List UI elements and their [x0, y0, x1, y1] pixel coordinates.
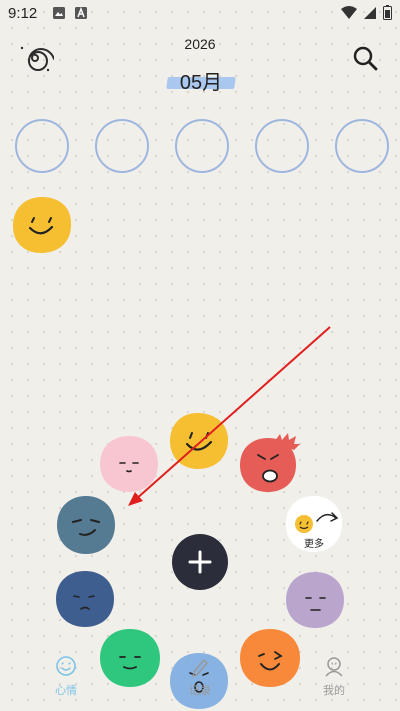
mood-angry-face[interactable]: [238, 432, 302, 494]
gallery-icon: [52, 6, 66, 25]
nav-item-record[interactable]: 记录: [170, 655, 230, 698]
day-circle-2[interactable]: [95, 119, 149, 173]
nav-label-mood: 心情: [55, 685, 77, 697]
mood-cool-face[interactable]: [55, 494, 117, 556]
nav-item-me[interactable]: 我的: [304, 655, 364, 698]
battery-icon: [383, 5, 392, 25]
mood-wink-face[interactable]: [238, 627, 302, 689]
nav-label-me: 我的: [323, 685, 345, 697]
pencil-icon: [192, 659, 208, 677]
recorded-mood-happy[interactable]: [11, 195, 73, 255]
day-circle-1[interactable]: [15, 119, 69, 173]
mood-neutral-face[interactable]: [284, 570, 346, 630]
mood-more-button[interactable]: 更多: [284, 494, 344, 554]
nav-item-mood[interactable]: 心情: [36, 655, 96, 698]
app-notification-icon: [74, 6, 88, 25]
add-mood-button[interactable]: [172, 534, 228, 590]
day-circle-3[interactable]: [175, 119, 229, 173]
day-circle-5[interactable]: [335, 119, 389, 173]
month-label: 05月: [179, 72, 223, 94]
more-label: 更多: [304, 537, 324, 550]
signal-icon: [363, 6, 377, 25]
status-bar: 9:12: [0, 0, 400, 28]
nav-label-record: 记录: [189, 685, 211, 697]
smile-icon: [56, 656, 76, 676]
mood-content-face[interactable]: [98, 627, 162, 689]
month-selector[interactable]: 05月: [165, 64, 237, 94]
mood-shy-face[interactable]: [98, 434, 160, 494]
profile-icon: [325, 657, 343, 677]
year-label: 2026: [184, 36, 216, 52]
day-circle-4[interactable]: [255, 119, 309, 173]
search-icon[interactable]: [345, 38, 385, 78]
wifi-icon: [341, 5, 357, 25]
plus-icon: [188, 550, 212, 574]
mood-sad-face[interactable]: [54, 569, 116, 629]
mood-happy-face[interactable]: [168, 411, 230, 471]
status-time: 9:12: [8, 5, 38, 22]
